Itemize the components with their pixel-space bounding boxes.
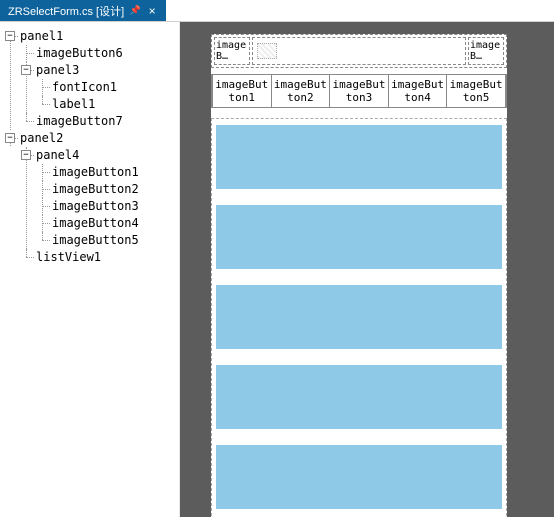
fontIcon1-icon[interactable] [257,43,277,59]
list-item[interactable] [216,445,502,509]
tree-node-label1[interactable]: label1 [36,96,175,113]
tree-node-panel1[interactable]: − panel1 imageButton6 − panel3 fontIcon1 [4,28,175,130]
workspace: − panel1 imageButton6 − panel3 fontIcon1 [0,22,554,517]
form-designer-root[interactable]: imageB… imageB… imageButton1 imageButton… [211,34,507,517]
tree-node-imageButton2[interactable]: imageButton2 [36,181,175,198]
document-outline-panel: − panel1 imageButton6 − panel3 fontIcon1 [0,22,180,517]
tree-node-imageButton5[interactable]: imageButton5 [36,232,175,249]
document-tab-active[interactable]: ZRSelectForm.cs [设计] 📌 × [0,0,166,21]
listView1[interactable] [211,118,507,517]
collapse-icon[interactable]: − [5,31,15,41]
tree-node-listView1[interactable]: listView1 [20,249,175,266]
panel1[interactable]: imageB… imageB… [211,34,507,68]
document-tab-title: ZRSelectForm.cs [设计] [8,3,124,19]
tree-node-fontIcon1[interactable]: fontIcon1 [36,79,175,96]
imageButton3[interactable]: imageButton3 [329,74,389,108]
tree-node-imageButton4[interactable]: imageButton4 [36,215,175,232]
close-icon[interactable]: × [146,5,158,17]
tree-node-panel2[interactable]: − panel2 − panel4 imageButton1 imageButt… [4,130,175,266]
list-item[interactable] [216,125,502,189]
tree-node-imageButton7[interactable]: imageButton7 [20,113,175,130]
collapse-icon[interactable]: − [21,65,31,75]
imageButton7[interactable]: imageB… [468,37,504,65]
tree-node-panel3[interactable]: − panel3 fontIcon1 label1 [20,62,175,113]
imageButton1[interactable]: imageButton1 [212,74,272,108]
tree-node-panel4[interactable]: − panel4 imageButton1 imageButton2 image… [20,147,175,249]
panel4[interactable]: imageButton1 imageButton2 imageButton3 i… [211,74,507,108]
imageButton6[interactable]: imageB… [214,37,250,65]
panel3[interactable] [252,37,466,65]
collapse-icon[interactable]: − [5,133,15,143]
design-surface[interactable]: imageB… imageB… imageButton1 imageButton… [180,22,554,517]
tree-node-imageButton3[interactable]: imageButton3 [36,198,175,215]
pin-icon[interactable]: 📌 [130,6,140,16]
document-tab-bar: ZRSelectForm.cs [设计] 📌 × [0,0,554,22]
collapse-icon[interactable]: − [21,150,31,160]
imageButton4[interactable]: imageButton4 [388,74,448,108]
tree-node-imageButton1[interactable]: imageButton1 [36,164,175,181]
list-item[interactable] [216,205,502,269]
imageButton2[interactable]: imageButton2 [271,74,331,108]
list-item[interactable] [216,285,502,349]
outline-tree: − panel1 imageButton6 − panel3 fontIcon1 [4,28,175,266]
list-item[interactable] [216,365,502,429]
tree-node-imageButton6[interactable]: imageButton6 [20,45,175,62]
imageButton5[interactable]: imageButton5 [446,74,506,108]
